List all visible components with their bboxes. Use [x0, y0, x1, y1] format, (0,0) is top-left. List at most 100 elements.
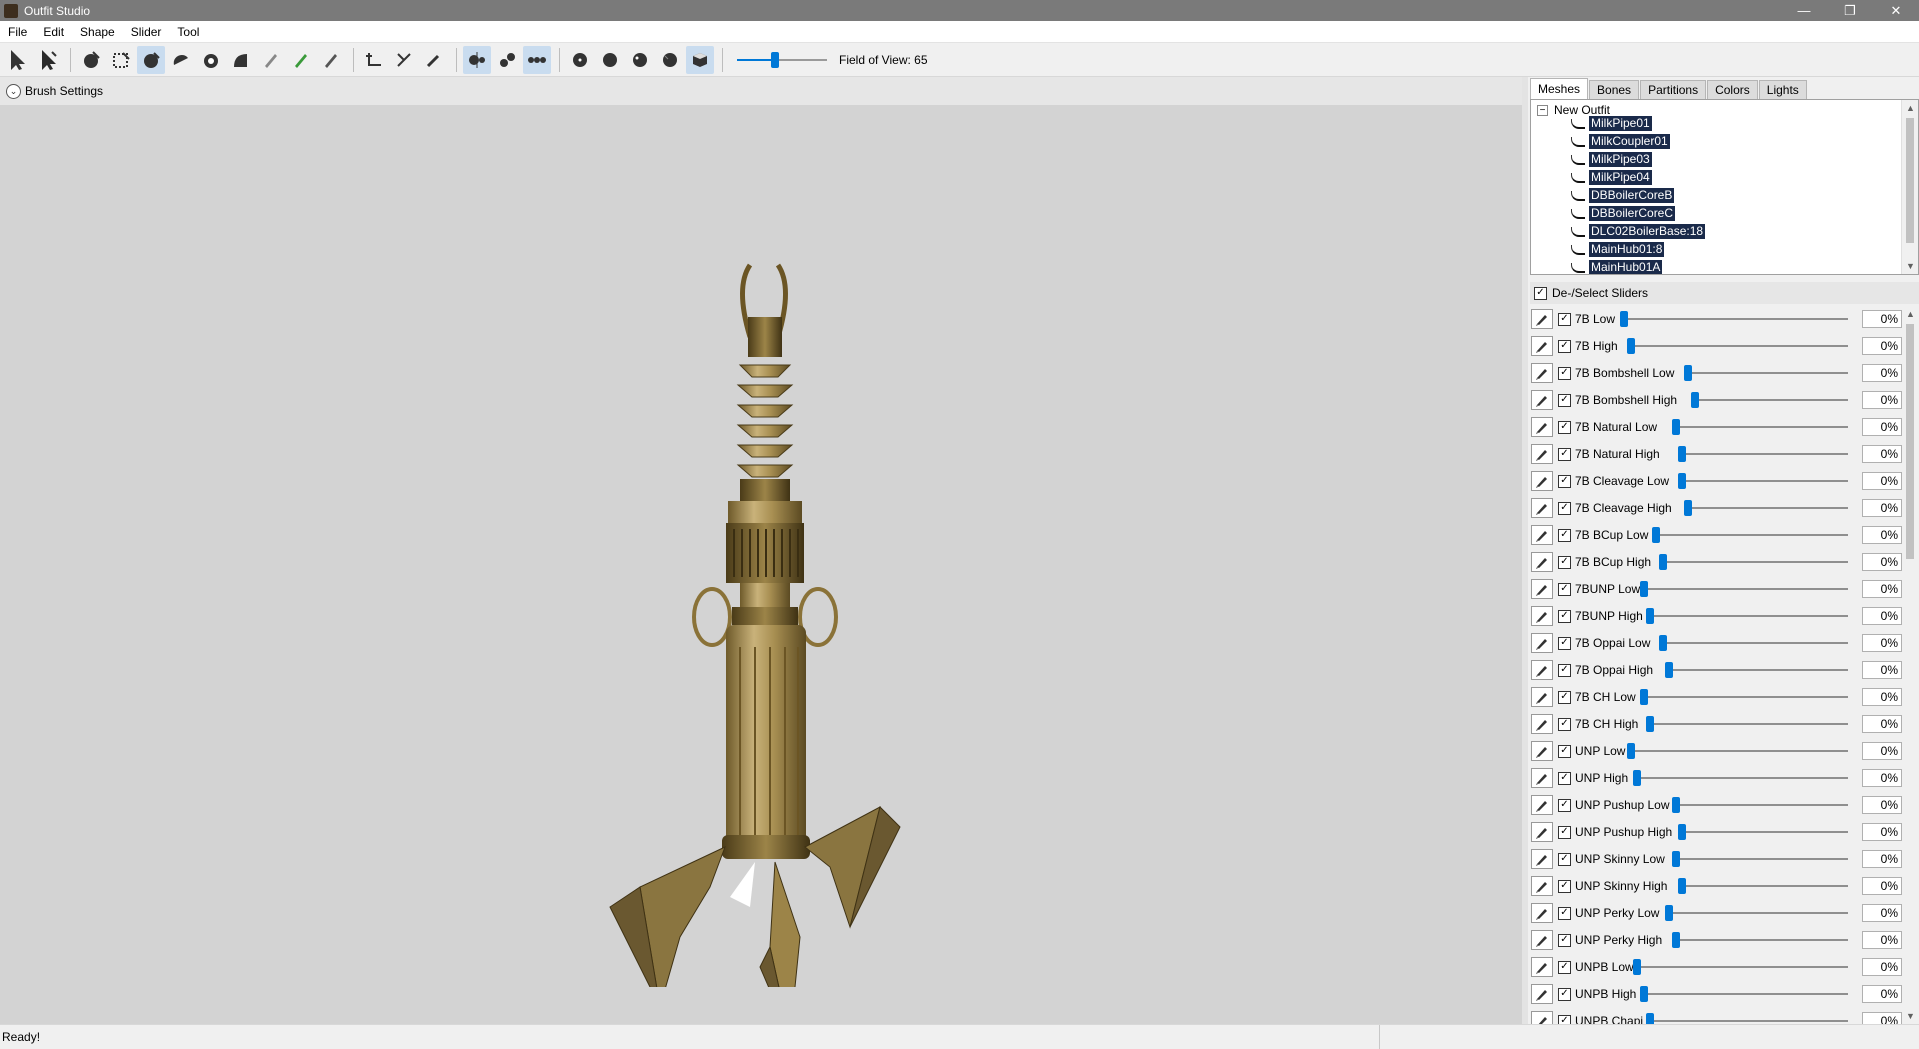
- slider-value[interactable]: 0%: [1862, 364, 1902, 382]
- slider-thumb[interactable]: [1665, 905, 1674, 921]
- slider-thumb[interactable]: [1639, 689, 1648, 705]
- slider-track[interactable]: [1686, 507, 1848, 509]
- slider-thumb[interactable]: [1671, 932, 1680, 948]
- flip-edge-icon[interactable]: [390, 46, 418, 74]
- slider-track[interactable]: [1680, 480, 1848, 482]
- scroll-down-icon[interactable]: ▼: [1902, 258, 1918, 274]
- pencil-icon[interactable]: [1531, 498, 1553, 518]
- slider-checkbox[interactable]: ✓: [1558, 312, 1571, 326]
- tab-lights[interactable]: Lights: [1758, 80, 1807, 99]
- pencil-icon[interactable]: [1531, 471, 1553, 491]
- slider-checkbox[interactable]: ✓: [1558, 987, 1571, 1001]
- slider-value[interactable]: 0%: [1862, 958, 1902, 976]
- slider-checkbox[interactable]: ✓: [1558, 582, 1571, 596]
- slider-value[interactable]: 0%: [1862, 310, 1902, 328]
- tree-item[interactable]: MilkCoupler01: [1571, 133, 1670, 150]
- slider-track[interactable]: [1680, 453, 1848, 455]
- slider-track[interactable]: [1667, 669, 1848, 671]
- scroll-up-icon[interactable]: ▲: [1902, 100, 1918, 116]
- slider-value[interactable]: 0%: [1862, 877, 1902, 895]
- slider-checkbox[interactable]: ✓: [1558, 636, 1571, 650]
- slider-value[interactable]: 0%: [1862, 715, 1902, 733]
- slider-thumb[interactable]: [1652, 527, 1661, 543]
- slider-thumb[interactable]: [1665, 662, 1674, 678]
- slider-track[interactable]: [1648, 1020, 1848, 1022]
- slider-thumb[interactable]: [1678, 446, 1686, 462]
- inflate-brush-icon[interactable]: [107, 46, 135, 74]
- collapse-vertex-icon[interactable]: [360, 46, 388, 74]
- slider-value[interactable]: 0%: [1862, 391, 1902, 409]
- slider-checkbox[interactable]: ✓: [1558, 366, 1571, 380]
- collapse-icon[interactable]: −: [1537, 104, 1548, 116]
- slider-thumb[interactable]: [1626, 743, 1635, 759]
- slider-checkbox[interactable]: ✓: [1558, 609, 1571, 623]
- slider-value[interactable]: 0%: [1862, 418, 1902, 436]
- slider-checkbox[interactable]: ✓: [1558, 420, 1571, 434]
- vertex-view-icon[interactable]: [566, 46, 594, 74]
- slider-value[interactable]: 0%: [1862, 904, 1902, 922]
- pencil-icon[interactable]: [1531, 957, 1553, 977]
- connected-only-icon[interactable]: [493, 46, 521, 74]
- slider-thumb[interactable]: [1646, 716, 1654, 732]
- tab-bones[interactable]: Bones: [1589, 80, 1640, 99]
- slider-thumb[interactable]: [1678, 878, 1686, 894]
- brush-settings-toggle[interactable]: ⌄ Brush Settings: [0, 77, 1522, 105]
- texture-icon[interactable]: [656, 46, 684, 74]
- slider-thumb[interactable]: [1678, 824, 1686, 840]
- tree-item[interactable]: MilkPipe01: [1571, 115, 1652, 132]
- select-brush-icon[interactable]: [4, 46, 32, 74]
- slider-checkbox[interactable]: ✓: [1558, 879, 1571, 893]
- tree-item[interactable]: DLC02BoilerBase:18: [1571, 223, 1706, 240]
- scroll-down-icon[interactable]: ▼: [1902, 1008, 1919, 1024]
- slider-checkbox[interactable]: ✓: [1558, 1014, 1571, 1024]
- tree-scrollbar[interactable]: ▲ ▼: [1901, 100, 1918, 274]
- pencil-icon[interactable]: [1531, 741, 1553, 761]
- slider-track[interactable]: [1635, 777, 1848, 779]
- pencil-icon[interactable]: [1531, 876, 1553, 896]
- pencil-icon[interactable]: [1531, 552, 1553, 572]
- slider-track[interactable]: [1667, 912, 1848, 914]
- tree-item[interactable]: MainHub01A: [1571, 259, 1663, 274]
- slider-thumb[interactable]: [1639, 581, 1648, 597]
- pencil-icon[interactable]: [1531, 444, 1553, 464]
- pencil-icon[interactable]: [1531, 984, 1553, 1004]
- slider-checkbox[interactable]: ✓: [1558, 852, 1571, 866]
- tab-colors[interactable]: Colors: [1707, 80, 1758, 99]
- slider-value[interactable]: 0%: [1862, 580, 1902, 598]
- pencil-icon[interactable]: [1531, 849, 1553, 869]
- fov-slider[interactable]: [737, 50, 827, 70]
- slider-track[interactable]: [1673, 804, 1848, 806]
- slider-value[interactable]: 0%: [1862, 472, 1902, 490]
- slider-checkbox[interactable]: ✓: [1558, 555, 1571, 569]
- split-edge-icon[interactable]: [420, 46, 448, 74]
- xmirror-icon[interactable]: [463, 45, 491, 74]
- global-brush-icon[interactable]: [523, 45, 551, 74]
- slider-thumb[interactable]: [1639, 986, 1648, 1002]
- slider-track[interactable]: [1641, 588, 1848, 590]
- deselect-sliders[interactable]: ✓ De-/Select Sliders: [1530, 282, 1919, 304]
- tree-item[interactable]: MilkPipe03: [1571, 151, 1652, 168]
- menu-file[interactable]: File: [0, 25, 35, 39]
- slider-track[interactable]: [1692, 399, 1848, 401]
- slider-checkbox[interactable]: ✓: [1558, 690, 1571, 704]
- pencil-icon[interactable]: [1531, 660, 1553, 680]
- slider-value[interactable]: 0%: [1862, 850, 1902, 868]
- slider-track[interactable]: [1628, 750, 1848, 752]
- fov-slider-thumb[interactable]: [771, 51, 779, 68]
- slider-checkbox[interactable]: ✓: [1558, 744, 1571, 758]
- slider-list-scrollbar[interactable]: ▲ ▼: [1902, 306, 1919, 1024]
- slider-track[interactable]: [1654, 534, 1848, 536]
- cube-view-icon[interactable]: [686, 45, 714, 74]
- pencil-icon[interactable]: [1531, 768, 1553, 788]
- menu-tool[interactable]: Tool: [169, 25, 207, 39]
- slider-checkbox[interactable]: ✓: [1558, 528, 1571, 542]
- pencil-icon[interactable]: [1531, 822, 1553, 842]
- pencil-icon[interactable]: [1531, 363, 1553, 383]
- pencil-icon[interactable]: [1531, 714, 1553, 734]
- pencil-icon[interactable]: [1531, 606, 1553, 626]
- slider-value[interactable]: 0%: [1862, 823, 1902, 841]
- slider-track[interactable]: [1673, 858, 1848, 860]
- slider-thumb[interactable]: [1646, 1013, 1654, 1024]
- wireframe-icon[interactable]: [596, 46, 624, 74]
- menu-edit[interactable]: Edit: [35, 25, 72, 39]
